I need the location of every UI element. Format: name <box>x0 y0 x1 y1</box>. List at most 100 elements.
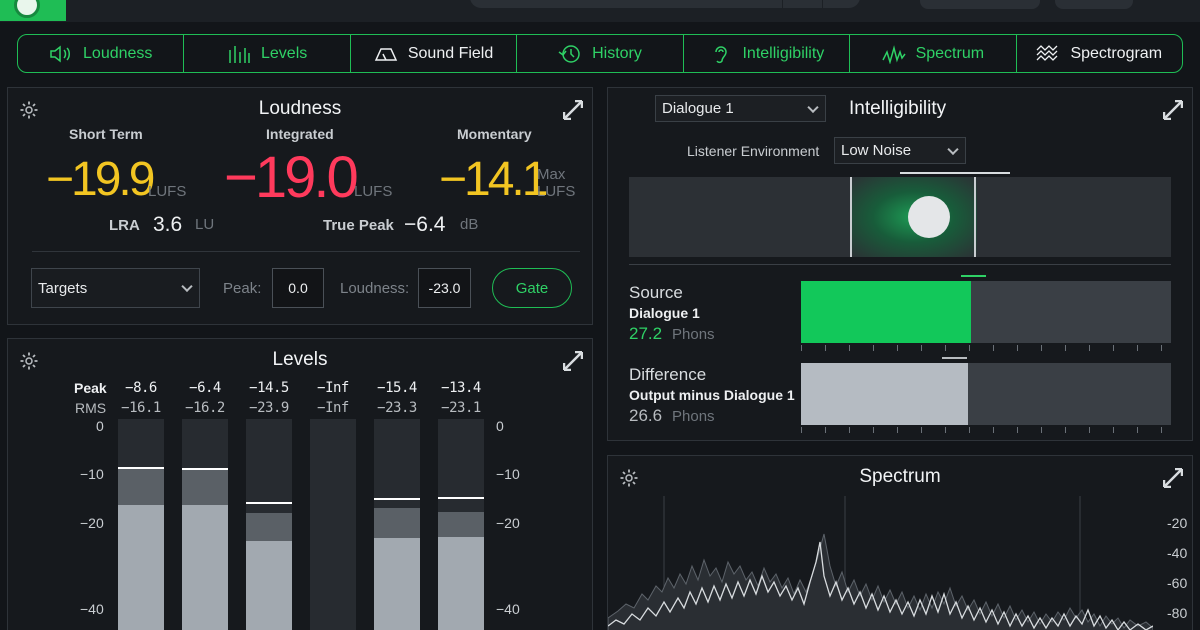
difference-name: Output minus Dialogue 1 <box>629 387 795 403</box>
expand-icon[interactable] <box>1163 100 1183 120</box>
peak-target-input[interactable]: 0.0 <box>272 268 324 308</box>
tab-history[interactable]: History <box>517 35 684 72</box>
spectrum-scale-label: -80 <box>1167 605 1188 621</box>
intelligibility-field <box>629 177 1171 257</box>
scale-label: −40 <box>496 601 520 617</box>
tab-label: Levels <box>261 44 308 62</box>
channel-peak-value: −8.6 <box>125 380 157 396</box>
short-term-label: Short Term <box>69 126 143 142</box>
channel-peak-value: −6.4 <box>189 380 221 396</box>
source-marker <box>961 275 986 277</box>
scale-label: 0 <box>496 418 504 434</box>
source-label: Source <box>629 283 683 302</box>
integrated-label: Integrated <box>266 126 334 142</box>
track-dropdown[interactable]: Dialogue 1 <box>655 95 826 122</box>
targets-value: Targets <box>38 279 88 297</box>
scale-label: −40 <box>80 601 104 617</box>
expand-icon[interactable] <box>563 100 583 120</box>
true-peak-label: True Peak <box>323 217 394 234</box>
tab-loudness[interactable]: Loudness <box>18 35 185 72</box>
source-name: Dialogue 1 <box>629 305 700 321</box>
difference-value: 26.6 <box>629 406 663 425</box>
meter-peak-hold <box>246 501 292 504</box>
true-peak-value: −6.4 <box>404 213 446 236</box>
difference-label: Difference <box>629 365 707 384</box>
difference-marker <box>942 357 967 359</box>
spectrum-plot <box>608 496 1153 630</box>
loudness-target-input[interactable]: -23.0 <box>418 268 471 308</box>
momentary-max-unit: Max <box>537 166 566 183</box>
meter-rms-fill <box>374 538 420 630</box>
integrated-unit: LUFS <box>354 183 393 200</box>
scale-label: 0 <box>96 418 104 434</box>
source-value: 27.2 <box>629 324 663 343</box>
channel-rms-value: −23.3 <box>377 400 417 416</box>
tab-label: History <box>592 44 642 62</box>
sound-field-icon <box>374 47 398 61</box>
integrated-value: −19.0 <box>224 145 359 210</box>
spectrum-scale-label: -60 <box>1167 575 1188 591</box>
zone-boundary <box>850 177 852 257</box>
expand-icon[interactable] <box>1163 468 1183 488</box>
tab-spectrum[interactable]: Spectrum <box>850 35 1017 72</box>
difference-bar <box>801 363 968 425</box>
speaker-icon <box>50 44 71 63</box>
lra-value: 3.6 <box>153 213 183 236</box>
spectrum-scale-label: -40 <box>1167 545 1188 561</box>
channel-peak-value: −15.4 <box>377 380 417 396</box>
levels-panel: Levels Peak RMS −8.6 −16.1 −6.4 −16.2 −14.5 −… <box>7 338 593 630</box>
meter-peak-hold <box>182 468 228 471</box>
scale-label: −20 <box>80 515 104 531</box>
bar-ticks <box>801 345 1171 351</box>
gate-button[interactable]: Gate <box>492 268 572 308</box>
chevron-down-icon <box>947 143 959 155</box>
lra-unit: LU <box>195 216 215 233</box>
peak-row-label: Peak <box>74 380 107 396</box>
history-icon <box>558 44 580 63</box>
intelligibility-dot <box>908 196 950 238</box>
tab-label: Loudness <box>83 44 153 62</box>
channel-rms-value: −Inf <box>317 400 349 416</box>
spectrum-title: Spectrum <box>859 466 941 487</box>
loudness-target-label: Loudness: <box>340 280 410 297</box>
source-unit: Phons <box>672 326 715 343</box>
view-controls[interactable] <box>1055 0 1133 9</box>
true-peak-unit: dB <box>460 216 479 233</box>
divider <box>629 264 1171 265</box>
scale-label: −10 <box>496 466 520 482</box>
tab-label: Sound Field <box>407 44 494 62</box>
listener-env-dropdown[interactable]: Low Noise <box>834 137 966 164</box>
logo-mark-icon <box>14 0 40 18</box>
tab-levels[interactable]: Levels <box>184 35 351 72</box>
meter-rms-fill <box>118 504 164 630</box>
level-bars-icon <box>229 45 250 63</box>
meter-rms-fill <box>182 505 228 630</box>
scale-label: −20 <box>496 515 520 531</box>
zone-boundary <box>974 177 976 257</box>
momentary-value: −14.1 <box>439 153 548 206</box>
difference-unit: Phons <box>672 408 715 425</box>
channel-peak-value: −Inf <box>317 380 349 396</box>
tab-label: Spectrum <box>915 44 985 62</box>
spectrum-icon <box>881 44 906 64</box>
intelligibility-title: Intelligibility <box>849 98 947 119</box>
playback-controls[interactable] <box>920 0 1040 9</box>
tab-spectrogram[interactable]: Spectrogram <box>1017 35 1182 72</box>
meter-peak-hold <box>374 498 420 500</box>
tab-intelligibility[interactable]: Intelligibility <box>684 35 851 72</box>
tab-sound-field[interactable]: Sound Field <box>351 35 518 72</box>
scale-label: −10 <box>80 466 104 482</box>
bar-ticks <box>801 427 1171 433</box>
expand-icon[interactable] <box>563 351 583 371</box>
transport-bar[interactable] <box>470 0 860 8</box>
targets-dropdown[interactable]: Targets <box>31 268 200 308</box>
chevron-down-icon <box>807 101 819 113</box>
channel-rms-value: −23.9 <box>249 400 289 416</box>
channel-peak-value: −14.5 <box>249 380 289 396</box>
source-bar <box>801 281 972 343</box>
track-value: Dialogue 1 <box>662 100 734 117</box>
app-logo <box>0 0 66 21</box>
momentary-label: Momentary <box>457 126 532 142</box>
view-tabs: Loudness Levels Sound Field History Inte… <box>17 34 1183 73</box>
listener-env-value: Low Noise <box>841 142 912 159</box>
